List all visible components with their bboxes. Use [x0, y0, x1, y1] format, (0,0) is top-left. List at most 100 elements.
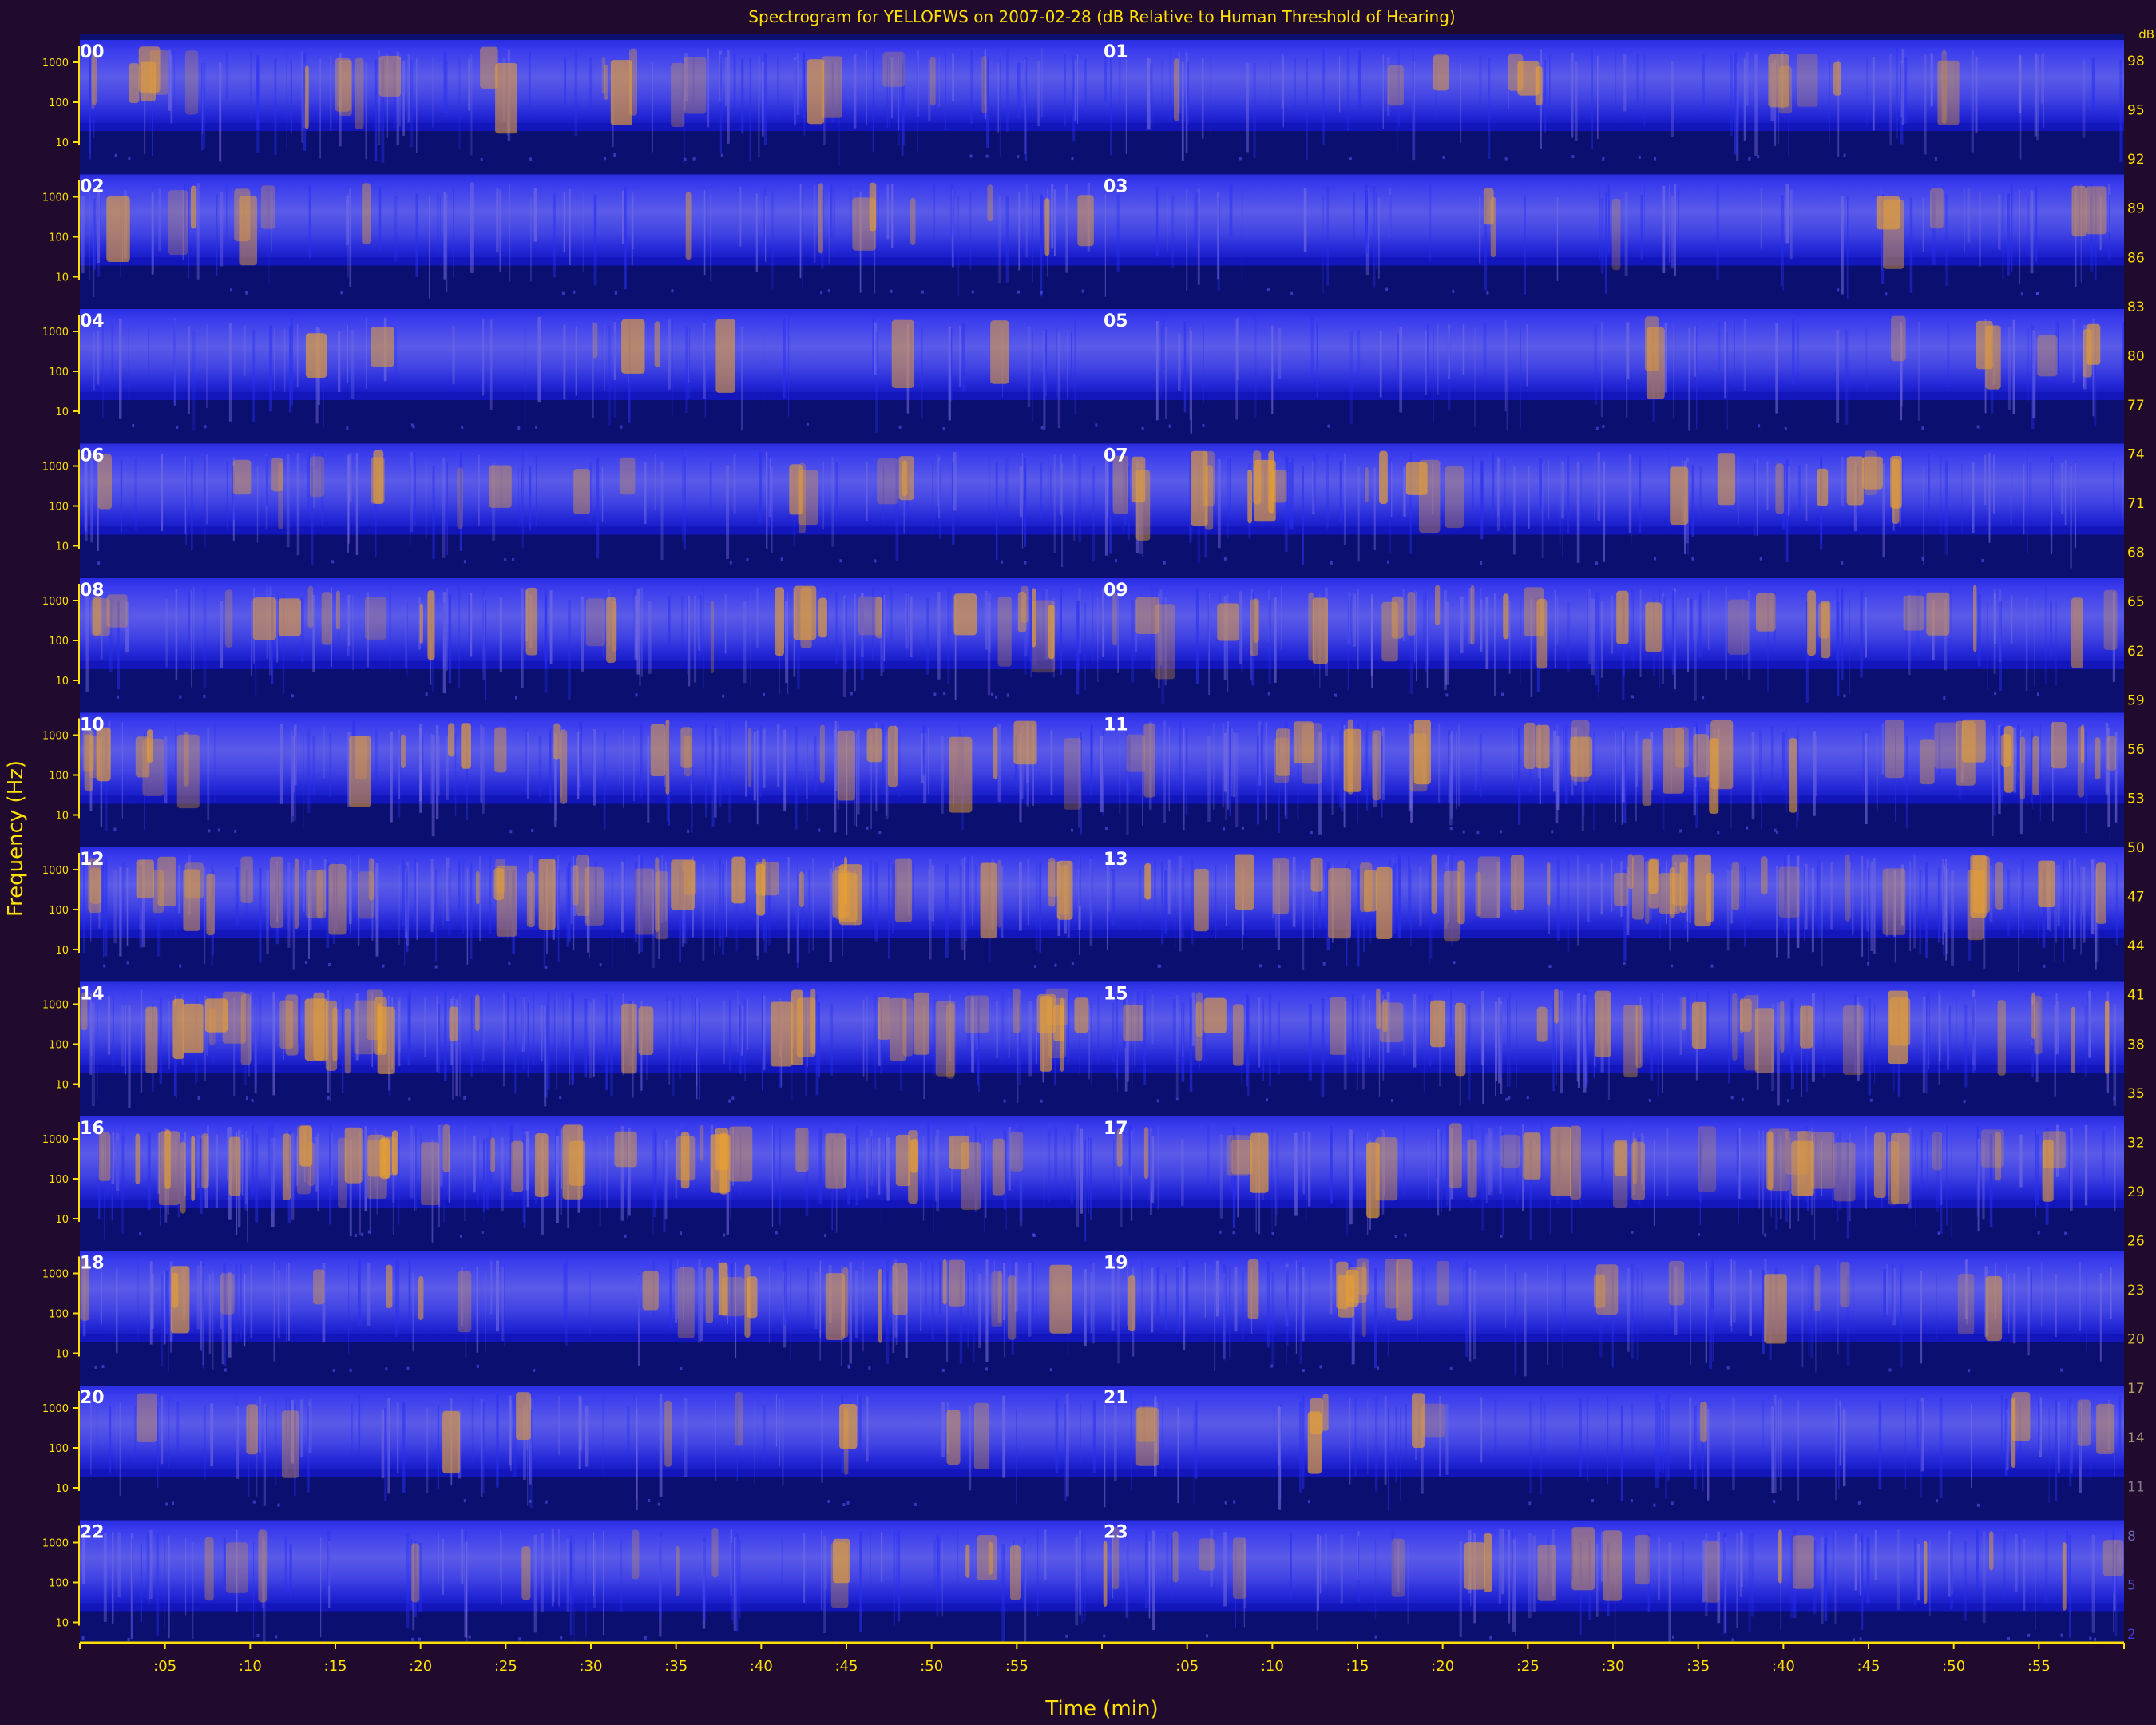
noise-dot [1327, 424, 1330, 428]
streak [1217, 458, 1221, 549]
noise-dot [1784, 426, 1787, 430]
streak [429, 195, 430, 299]
streak [1389, 458, 1392, 553]
streak [1001, 1544, 1005, 1642]
y-tick-label: 100 [49, 905, 69, 917]
noise-dot [535, 426, 538, 429]
streak [1419, 866, 1422, 927]
noise-dot [746, 558, 749, 561]
noise-dot [1049, 1368, 1052, 1372]
streak [2044, 1529, 2048, 1604]
streak [640, 723, 642, 799]
streak [1278, 1406, 1282, 1510]
sound-event [1693, 734, 1709, 778]
noise-dot [1746, 826, 1749, 830]
sound-event [799, 871, 805, 908]
streak [513, 1396, 517, 1477]
streak [589, 1271, 591, 1337]
noise-dot [1040, 291, 1043, 295]
colorbar-tick-label: 20 [2127, 1332, 2145, 1348]
noise-dot [480, 158, 483, 161]
streak [745, 720, 747, 797]
streak [1600, 1531, 1603, 1582]
streak [410, 60, 414, 148]
streak [849, 1261, 852, 1364]
chart-title: Spectrogram for YELLOFWS on 2007-02-28 (… [748, 7, 1455, 26]
sound-event [1985, 325, 2001, 390]
streak [1090, 1272, 1092, 1334]
streak [1839, 1400, 1841, 1466]
streak [759, 725, 762, 798]
streak [1804, 863, 1808, 930]
noise-dot [204, 425, 207, 429]
streak [2123, 1001, 2124, 1061]
streak [833, 188, 835, 255]
colorbar-tick-label: 29 [2127, 1184, 2145, 1200]
streak [137, 1260, 139, 1340]
sound-event [1253, 450, 1262, 505]
x-axis-label: Time (min) [1044, 1697, 1158, 1721]
streak [1917, 321, 1920, 421]
y-tick-label: 10 [55, 1080, 69, 1092]
streak [1540, 1396, 1543, 1495]
streak [1593, 732, 1595, 831]
sound-event [988, 1541, 993, 1575]
streak [102, 321, 104, 419]
streak [945, 864, 949, 958]
streak [1178, 332, 1181, 391]
streak [187, 326, 190, 414]
streak [988, 458, 990, 514]
streak [1051, 184, 1054, 249]
streak [2057, 864, 2060, 926]
sound-event [710, 601, 715, 673]
noise-dot [1290, 291, 1294, 295]
streak [777, 724, 780, 787]
streak [1239, 591, 1242, 664]
streak [563, 1263, 567, 1321]
streak [1031, 1262, 1034, 1317]
sound-event [1811, 1132, 1835, 1189]
noise-dot [1168, 424, 1171, 428]
streak [2027, 1267, 2030, 1356]
x-tick-label: :05 [153, 1658, 176, 1675]
streak [2002, 192, 2004, 280]
streak [659, 1394, 663, 1497]
noise-dot [1266, 288, 1270, 292]
streak [1302, 870, 1305, 970]
streak [759, 451, 763, 523]
streak [203, 1406, 206, 1480]
streak [866, 462, 868, 522]
sound-event [1862, 456, 1883, 490]
sound-event [1276, 728, 1290, 776]
y-tick-label: 10 [55, 811, 69, 823]
streak [941, 736, 944, 814]
streak [985, 1140, 987, 1218]
streak [601, 467, 604, 522]
streak [556, 1136, 559, 1223]
streak [1001, 990, 1005, 1061]
streak [1987, 601, 1988, 690]
y-tick-label: 1000 [42, 1538, 69, 1550]
streak [2055, 993, 2058, 1055]
streak [1316, 1537, 1318, 1631]
streak [742, 995, 744, 1065]
sound-event [1270, 470, 1287, 503]
streak [1481, 1129, 1484, 1231]
streak [997, 63, 999, 133]
streak [1514, 1537, 1516, 1637]
streak [1227, 457, 1229, 539]
streak [1379, 331, 1382, 398]
streak [1860, 591, 1863, 678]
y-tick-label: 10 [55, 1483, 69, 1495]
streak [1281, 54, 1284, 109]
sound-event [476, 870, 480, 905]
streak [1643, 183, 1645, 252]
sound-event [1419, 459, 1441, 533]
streak [1604, 192, 1607, 294]
band-lower-edge [80, 1334, 2124, 1342]
streak [985, 591, 988, 650]
streak [1561, 1267, 1563, 1369]
streak [664, 1139, 668, 1219]
noise-dot [561, 291, 565, 295]
streak [1920, 1271, 1923, 1364]
